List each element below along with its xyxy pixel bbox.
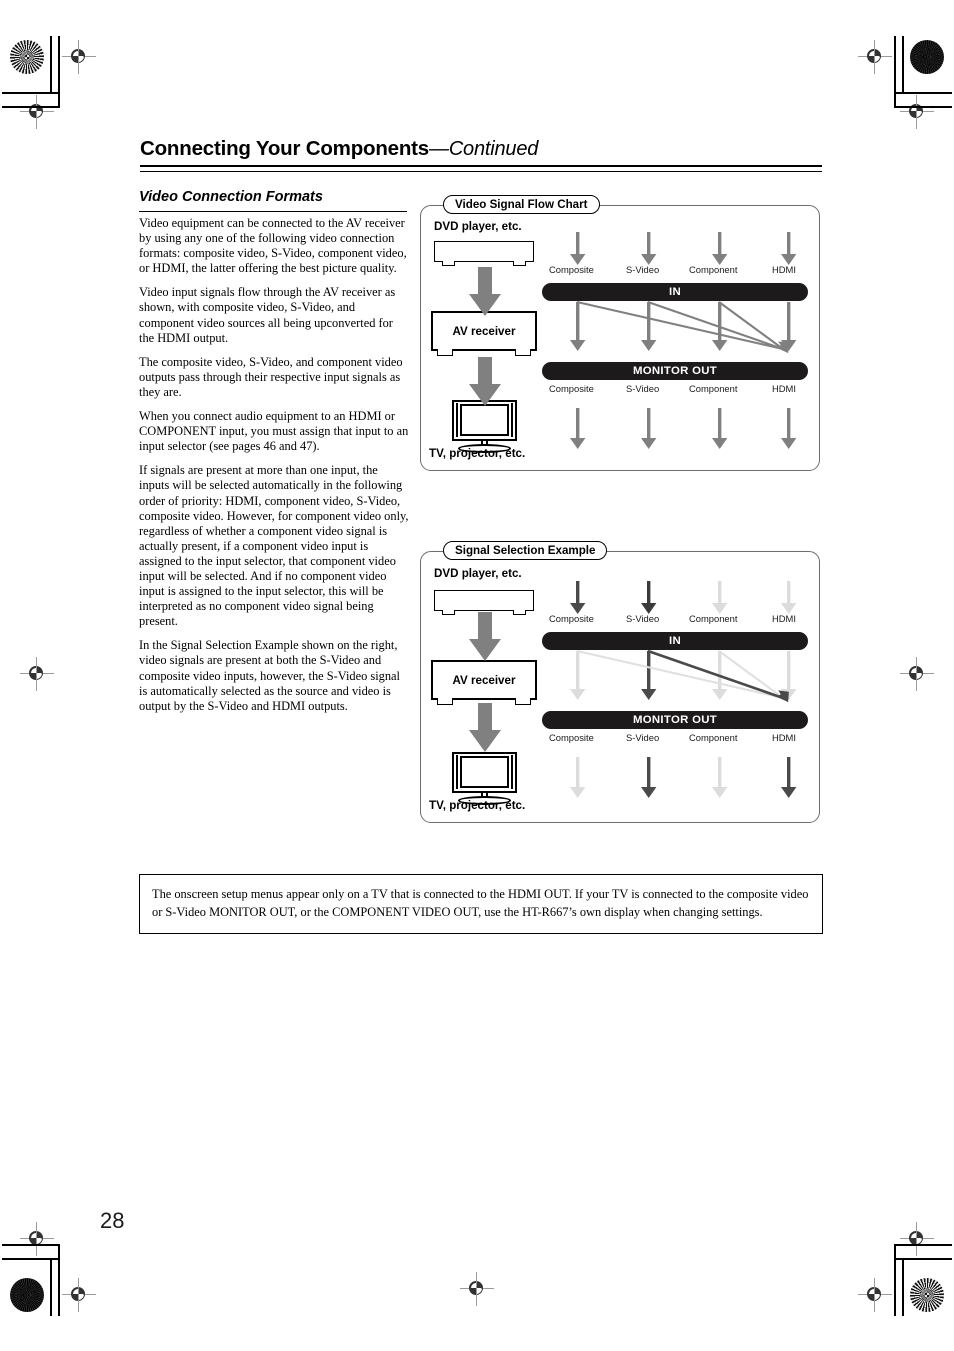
body-paragraph-6: In the Signal Selection Example shown on… [139,638,400,713]
diagram2-in-port-hdmi: HDMI [772,613,796,624]
diagram1-in-port-hdmi: HDMI [772,264,796,275]
diagram2-in-port-svideo: S-Video [626,613,660,624]
body-paragraph-2: Video input signals flow through the AV … [139,285,396,345]
page-header-title-text: Connecting Your Components [140,137,430,160]
body-paragraph-3: The composite video, S-Video, and compon… [139,354,403,399]
page-header-title: Connecting Your Components—Continued [140,137,538,161]
diagram2-monitor-out-bar: MONITOR OUT [542,711,808,729]
diagram1-in-port-svideo: S-Video [626,264,660,275]
diagram1-in-port-component: Component [689,264,738,275]
diagram2-in-port-composite: Composite [549,613,594,624]
body-paragraph-4: When you connect audio equipment to an H… [139,409,409,454]
body-paragraph-5: If signals are present at more than one … [139,463,409,629]
diagram2-out-port-composite: Composite [549,732,594,743]
diagram2-in-port-component: Component [689,613,738,624]
diagram1-out-port-component: Component [689,383,738,394]
diagram2-out-port-component: Component [689,732,738,743]
diagram1-out-port-composite: Composite [549,383,594,394]
diagram2-out-port-svideo: S-Video [626,732,660,743]
diagram2-in-bar: IN [542,632,808,650]
note-box: The onscreen setup menus appear only on … [139,874,823,934]
diagram1-in-bar: IN [542,283,808,301]
manual-page: Connecting Your Components—Continued Vid… [0,0,954,1351]
section-title-rule [139,211,407,212]
diagram1-out-port-svideo: S-Video [626,383,660,394]
diagram1-in-port-composite: Composite [549,264,594,275]
header-divider-rule [140,165,822,172]
body-text-column: Video equipment can be connected to the … [139,216,411,723]
page-number: 28 [100,1208,125,1233]
diagram1-out-port-hdmi: HDMI [772,383,796,394]
diagram2-out-port-hdmi: HDMI [772,732,796,743]
diagram1-monitor-out-bar: MONITOR OUT [542,362,808,380]
section-title: Video Connection Formats [139,189,323,205]
note-box-text: The onscreen setup menus appear only on … [152,887,809,919]
page-header-continued: —Continued [429,138,539,160]
body-paragraph-1: Video equipment can be connected to the … [139,216,407,276]
